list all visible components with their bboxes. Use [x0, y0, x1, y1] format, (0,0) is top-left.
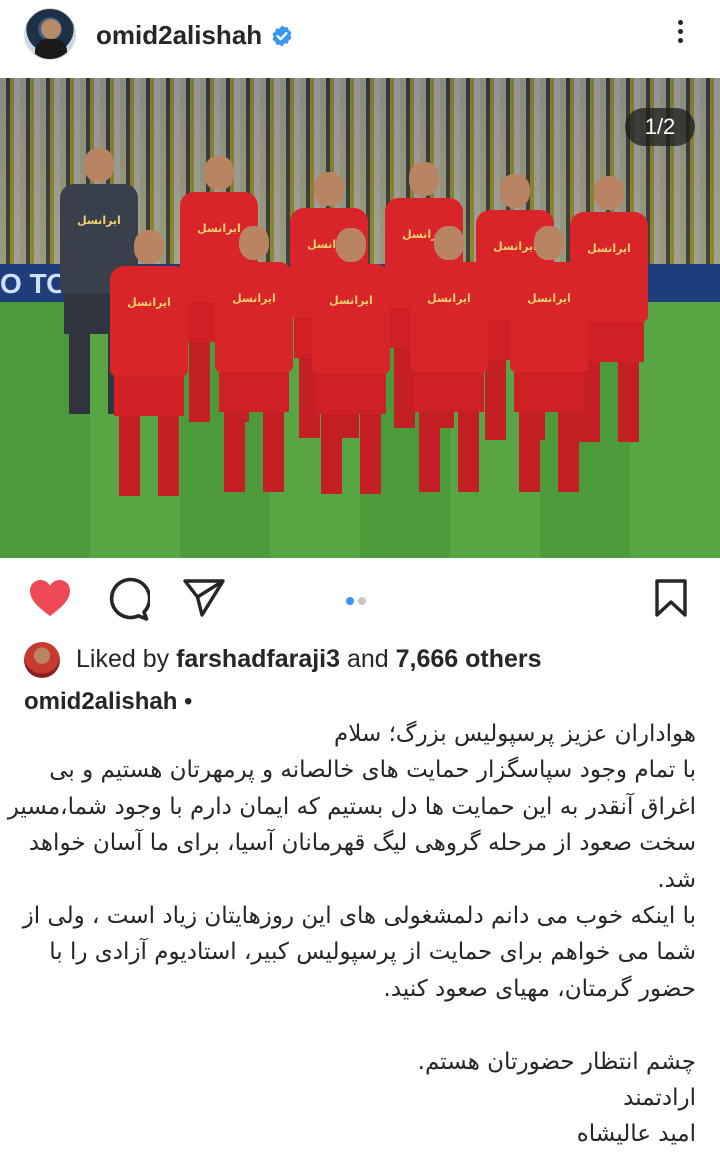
player: ایرانسل — [110, 230, 188, 496]
liked-by-user[interactable]: farshadfaraji3 — [176, 645, 340, 673]
shirt-sponsor-text: ایرانسل — [427, 292, 471, 305]
liked-by-others[interactable]: 7,666 others — [396, 645, 542, 673]
heart-icon[interactable] — [28, 578, 72, 618]
caption-line: حضور گرمتان، مهیای صعود کنید. — [383, 975, 696, 1002]
verified-badge-icon — [272, 25, 292, 47]
bookmark-icon[interactable] — [654, 578, 688, 618]
author-avatar[interactable] — [24, 8, 76, 60]
caption-line — [24, 1007, 696, 1043]
post-image[interactable]: O TO ایرانسل ایرانسل ایرانسل ایرانسل ایر… — [0, 78, 720, 558]
caption-bullet: • — [177, 688, 193, 715]
advertising-board-text: O TO — [0, 268, 68, 299]
likes-row[interactable]: Liked by farshadfaraji3 and 7,666 others — [24, 642, 704, 678]
caption-text: هواداران عزیز پرسپولیس بزرگ؛ سلام با تما… — [7, 716, 697, 1153]
shirt-sponsor-text: ایرانسل — [127, 296, 171, 309]
caption-line: شد. — [657, 866, 696, 893]
carousel-dot — [358, 597, 366, 605]
caption-line: با اینکه خوب می دانم دلمشغولی های این رو… — [22, 903, 696, 930]
more-options-icon[interactable] — [668, 16, 692, 52]
caption-line: شما می خواهم برای حمایت از پرسپولیس کبیر… — [49, 939, 696, 966]
caption-line: ارادتمند — [623, 1085, 696, 1112]
liker-avatar — [24, 642, 60, 678]
carousel-dot-active — [346, 597, 354, 605]
avatar-head — [41, 19, 61, 39]
likes-text: Liked by farshadfaraji3 and 7,666 others — [76, 645, 542, 674]
liked-by-prefix: Liked by — [76, 645, 177, 673]
author-username[interactable]: omid2alishah — [96, 20, 262, 51]
shirt-sponsor-text: ایرانسل — [77, 214, 121, 227]
caption-line: چشم انتظار حضورتان هستم. — [417, 1048, 696, 1075]
caption-line: امید عالیشاه — [576, 1121, 696, 1148]
player: ایرانسل — [215, 226, 293, 492]
player: ایرانسل — [410, 226, 488, 492]
shirt-sponsor-text: ایرانسل — [527, 292, 571, 305]
caption-username[interactable]: omid2alishah • — [24, 688, 192, 716]
caption-line: اغراق آنقدر به این حمایت ها دل بستیم که … — [7, 793, 697, 820]
post-header: omid2alishah — [0, 0, 720, 78]
caption-line: با تمام وجود سپاسگزار حمایت های خالصانه … — [49, 757, 696, 784]
liked-by-and: and — [340, 645, 396, 673]
carousel-dots — [346, 592, 370, 610]
player: ایرانسل — [312, 228, 390, 494]
caption-line: هواداران عزیز پرسپولیس بزرگ؛ سلام — [334, 721, 696, 747]
avatar-body — [35, 39, 67, 59]
shirt-sponsor-text: ایرانسل — [232, 292, 276, 305]
player: ایرانسل — [510, 226, 588, 492]
caption-username-text[interactable]: omid2alishah — [24, 688, 177, 715]
comment-icon[interactable] — [104, 576, 150, 622]
image-counter: 1/2 — [625, 108, 695, 146]
caption-line: سخت صعود از مرحله گروهی لیگ قهرمانان آسی… — [28, 830, 696, 857]
shirt-sponsor-text: ایرانسل — [329, 294, 373, 307]
share-icon[interactable] — [182, 578, 226, 618]
